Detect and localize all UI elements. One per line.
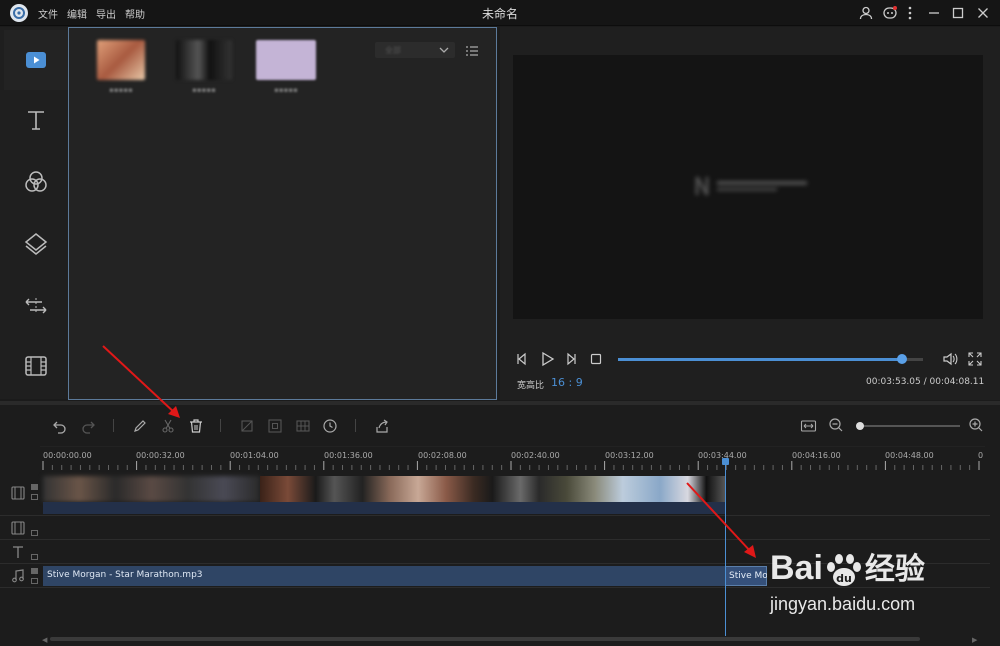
watermark-brand-suffix: 经验: [864, 553, 925, 586]
aspect-ratio-value[interactable]: 16 : 9: [551, 376, 583, 389]
audio-clip-split[interactable]: Stive Mo: [725, 566, 767, 586]
watermark-url: jingyan.baidu.com: [770, 594, 916, 614]
crop-icon[interactable]: [239, 418, 255, 434]
close-icon[interactable]: [975, 5, 991, 21]
list-view-icon[interactable]: [465, 44, 479, 58]
window-title: 未命名: [481, 7, 518, 21]
time-current: 00:03:53.05: [866, 377, 921, 387]
filter-tab-icon[interactable]: [22, 168, 50, 196]
svg-text:du: du: [836, 572, 852, 585]
video-clip-frames-blurred[interactable]: [43, 476, 260, 502]
mute-track-icon[interactable]: [31, 484, 38, 490]
next-frame-icon[interactable]: [564, 352, 578, 366]
video-track-2-icon: [10, 520, 26, 536]
lock-track-icon[interactable]: [31, 494, 38, 500]
music-track-icon: [10, 568, 26, 584]
baidu-watermark: Bai du 经验 jingyan.baidu.com: [770, 538, 995, 628]
watermark-brand-prefix: Bai: [770, 549, 823, 587]
ruler-top-line: [40, 446, 985, 447]
zoom-in-icon[interactable]: [968, 417, 984, 433]
media-thumbnail-label: ▪▪▪▪▪: [274, 86, 298, 94]
time-total: 00:04:08.11: [929, 377, 985, 387]
split-scissors-icon[interactable]: [160, 418, 176, 434]
scroll-right-arrow-icon[interactable]: ▶: [972, 636, 977, 644]
play-icon[interactable]: [539, 351, 555, 367]
media-tab-icon[interactable]: [22, 46, 50, 74]
ruler-label: 00:02:08.00: [418, 451, 467, 460]
lock-track-icon[interactable]: [31, 530, 38, 536]
redo-icon[interactable]: [80, 418, 96, 434]
duration-clock-icon[interactable]: [322, 418, 338, 434]
sort-dropdown[interactable]: 全部: [375, 42, 455, 58]
fullscreen-icon[interactable]: [968, 352, 982, 366]
minimize-icon[interactable]: [926, 5, 942, 21]
prev-frame-icon[interactable]: [515, 352, 529, 366]
zoom-slider-track[interactable]: [860, 425, 960, 427]
media-thumbnail[interactable]: [176, 40, 232, 80]
progress-handle[interactable]: [896, 354, 907, 364]
mute-track-icon[interactable]: [31, 568, 38, 574]
playhead-handle[interactable]: [722, 458, 729, 465]
zoom-slider-handle[interactable]: [856, 422, 864, 430]
media-thumbnail[interactable]: [256, 40, 316, 80]
media-thumbnail-label: ▪▪▪▪▪: [192, 86, 216, 94]
ruler-label: 00:04:16.00: [792, 451, 841, 460]
fit-timeline-icon[interactable]: [800, 418, 817, 434]
chevron-down-icon: [439, 47, 449, 53]
toolbar-separator: [113, 419, 114, 432]
video-track-row-2: [0, 516, 990, 540]
preview-logo-blurred: [693, 173, 813, 199]
zoom-out-icon[interactable]: [828, 417, 844, 433]
ruler-label: 00:01:36.00: [324, 451, 373, 460]
edit-pencil-icon[interactable]: [132, 418, 148, 434]
lock-track-icon[interactable]: [31, 554, 38, 560]
feedback-icon[interactable]: [882, 5, 898, 21]
toolbar-separator: [220, 419, 221, 432]
progress-fill: [618, 358, 902, 361]
undo-icon[interactable]: [52, 418, 68, 434]
ruler-label: 00:01:04.00: [230, 451, 279, 460]
maximize-icon[interactable]: [950, 5, 966, 21]
ruler-label: 0: [978, 451, 984, 460]
user-icon[interactable]: [858, 5, 874, 21]
text-tab-icon[interactable]: [22, 106, 50, 134]
ruler-label: 00:00:00.00: [43, 451, 92, 460]
video-track-icon: [10, 485, 26, 501]
video-clip-audio-strip: [43, 502, 725, 514]
lock-track-icon[interactable]: [31, 578, 38, 584]
playhead-line[interactable]: [725, 460, 726, 636]
export-share-icon[interactable]: [374, 418, 390, 434]
media-thumbnail-label: ▪▪▪▪▪: [109, 86, 133, 94]
transition-tab-icon[interactable]: [22, 292, 50, 320]
mosaic-icon[interactable]: [295, 418, 311, 434]
element-tab-icon[interactable]: [22, 352, 50, 380]
media-library-panel: [68, 27, 497, 400]
video-clip-frames[interactable]: [260, 476, 725, 502]
ruler-label: 00:02:40.00: [511, 451, 560, 460]
zoom-crop-icon[interactable]: [267, 418, 283, 434]
delete-trash-icon[interactable]: [188, 418, 204, 434]
audio-clip[interactable]: Stive Morgan - Star Marathon.mp3: [43, 566, 725, 586]
media-thumbnail[interactable]: [97, 40, 145, 80]
time-readout: 00:03:53.05 / 00:04:08.11: [866, 377, 984, 387]
paw-logo-icon: du: [823, 553, 865, 586]
ruler-label: 00:04:48.00: [885, 451, 934, 460]
audio-clip2-label: Stive Mo: [729, 571, 767, 581]
scroll-left-arrow-icon[interactable]: ◀: [42, 636, 47, 644]
aspect-ratio-label: 宽高比: [517, 381, 545, 391]
time-separator: /: [920, 377, 930, 387]
sort-dropdown-label: 全部: [385, 46, 401, 55]
ruler-label: 00:00:32.00: [136, 451, 185, 460]
ruler-label: 00:03:12.00: [605, 451, 654, 460]
more-menu-icon[interactable]: [902, 5, 918, 21]
audio-clip-label: Stive Morgan - Star Marathon.mp3: [47, 570, 203, 580]
overlay-tab-icon[interactable]: [22, 230, 50, 258]
watermark-brand: Bai du 经验: [770, 544, 925, 588]
preview-screen: [513, 55, 983, 319]
text-track-icon: [10, 544, 26, 560]
toolbar-separator: [355, 419, 356, 432]
timeline-scrollbar[interactable]: [50, 637, 920, 641]
volume-icon[interactable]: [942, 352, 958, 366]
stop-icon[interactable]: [590, 353, 602, 365]
